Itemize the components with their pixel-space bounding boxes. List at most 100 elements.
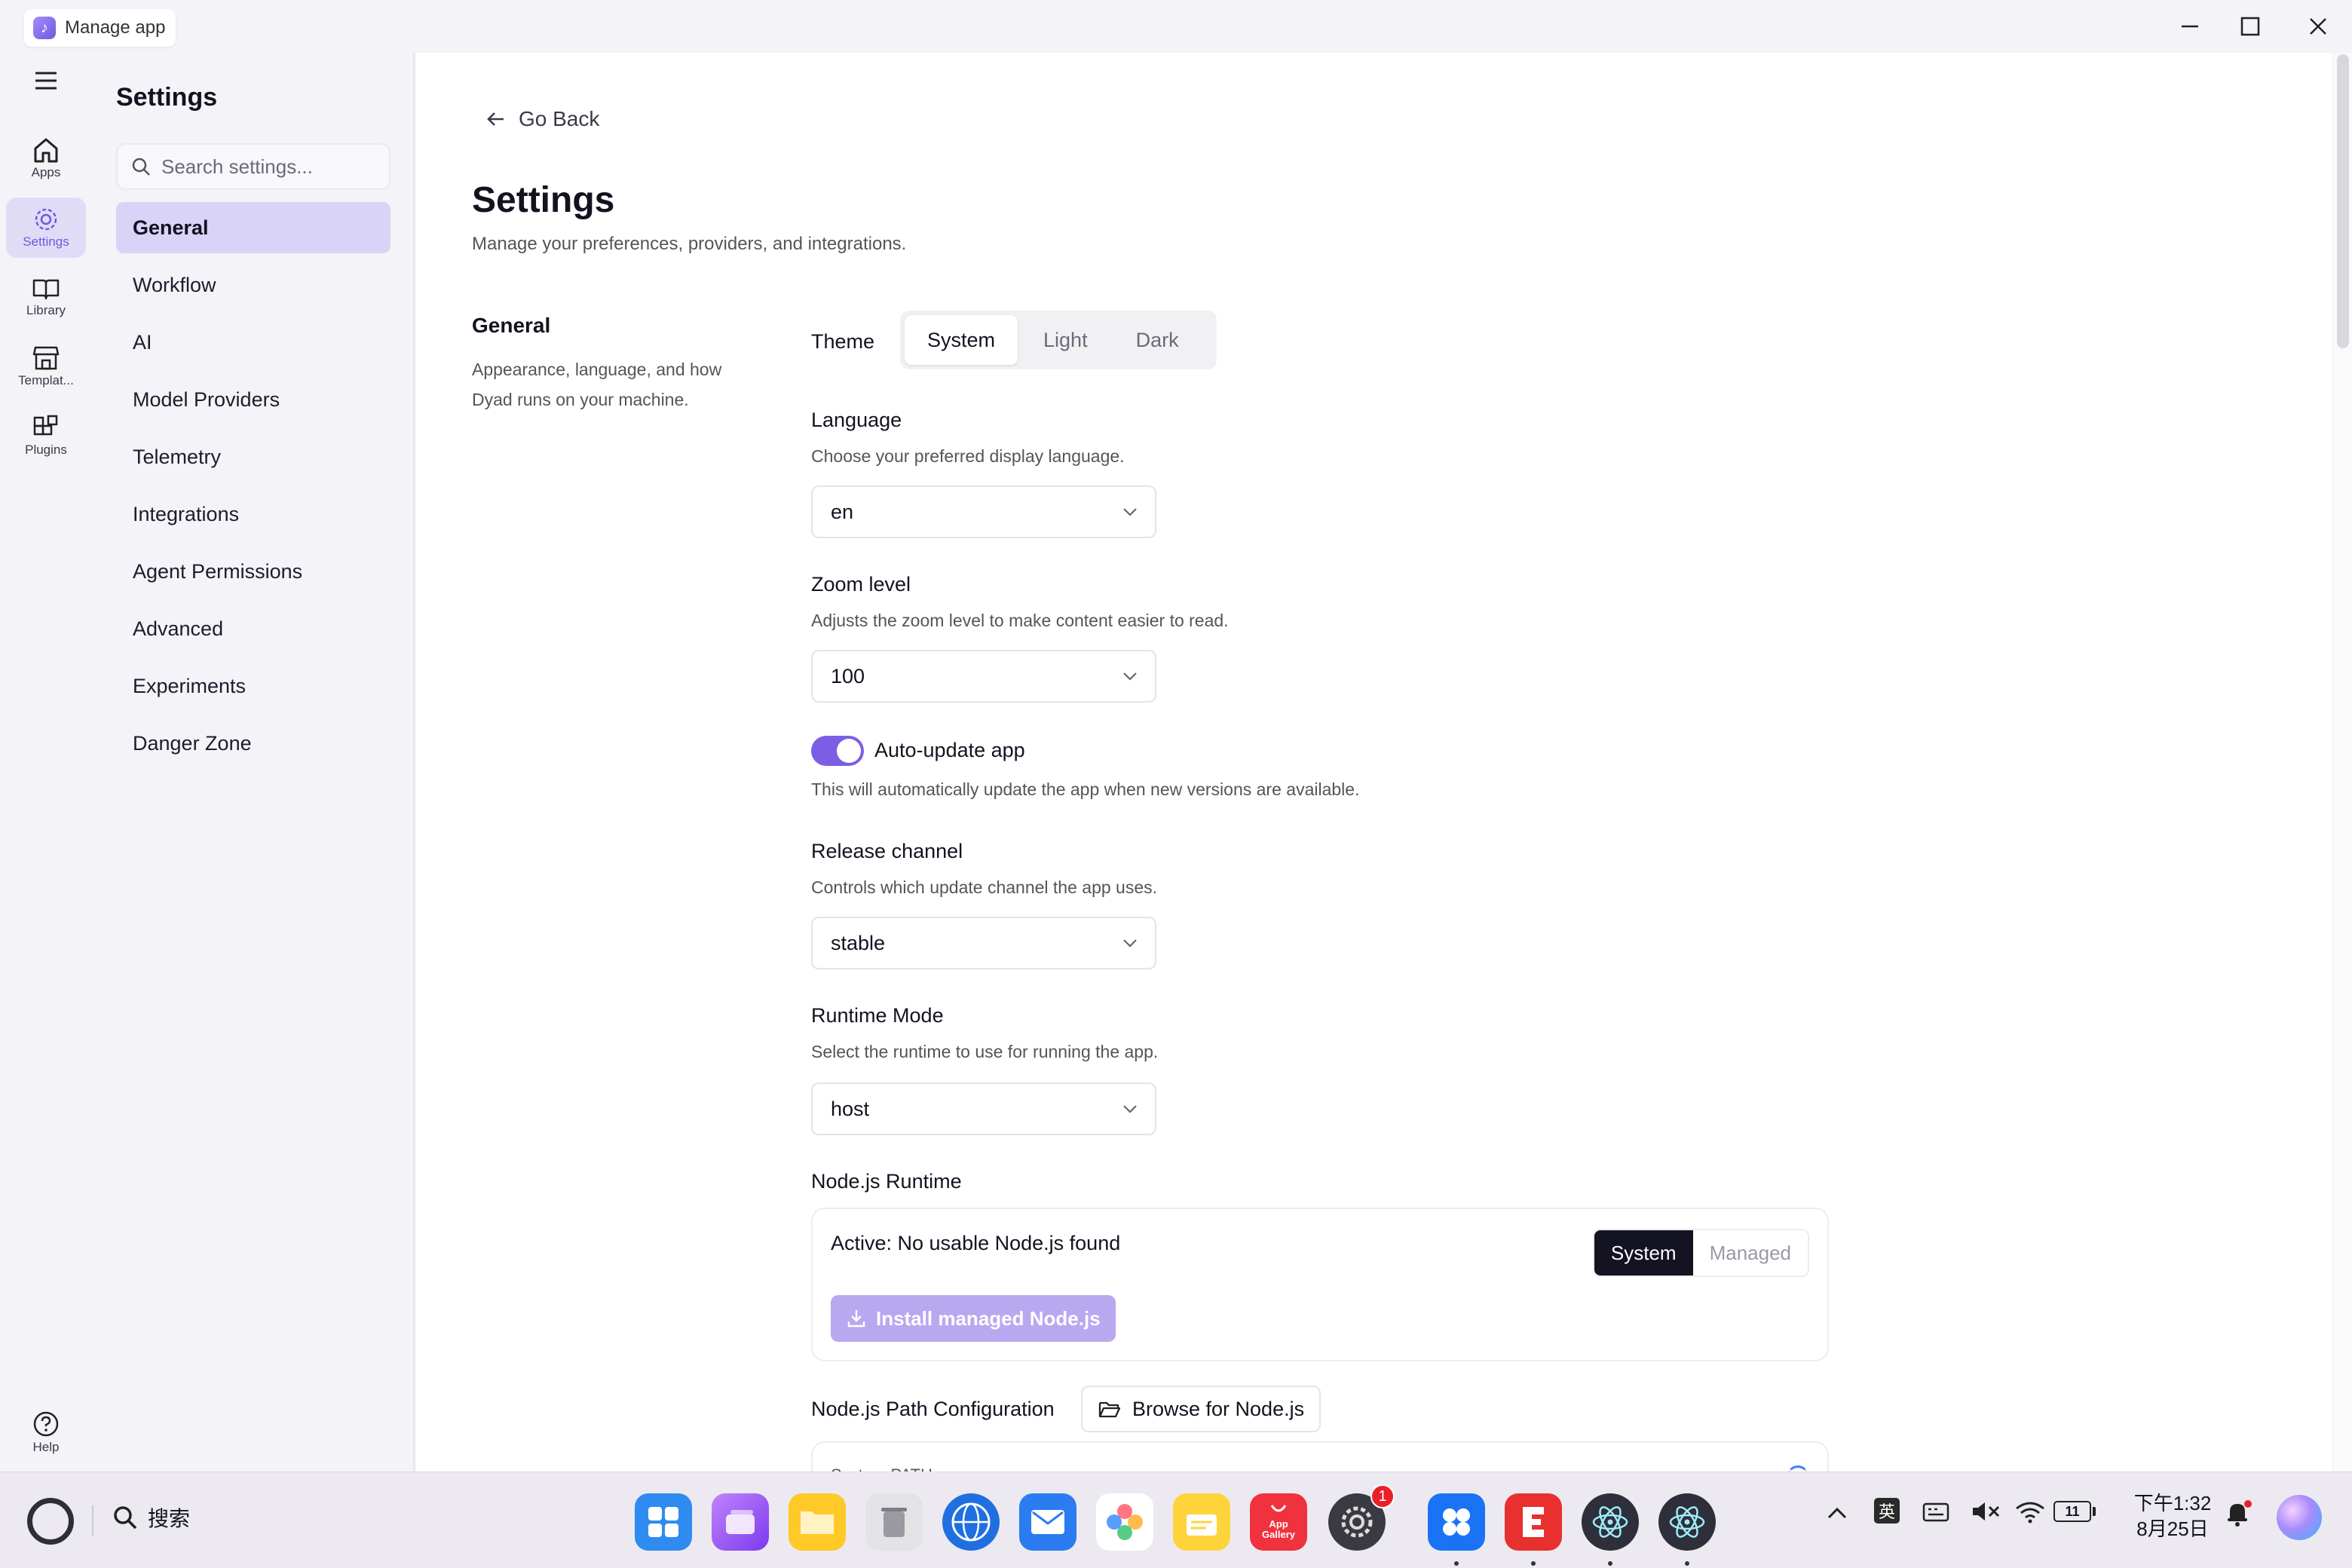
nav-item-workflow[interactable]: Workflow	[116, 259, 390, 311]
install-managed-node-button[interactable]: Install managed Node.js	[831, 1295, 1116, 1342]
runtime-mode-description: Select the runtime to use for running th…	[811, 1042, 1159, 1061]
tray-expand-button[interactable]	[1826, 1502, 1848, 1530]
close-button[interactable]	[2292, 8, 2344, 45]
nav-item-danger-zone[interactable]: Danger Zone	[116, 718, 390, 769]
nav-item-label: AI	[133, 330, 152, 354]
settings-search[interactable]	[116, 143, 390, 190]
start-button[interactable]	[27, 1498, 74, 1545]
theme-option-system[interactable]: System	[905, 315, 1018, 365]
install-managed-node-label: Install managed Node.js	[876, 1306, 1101, 1330]
editor-app-icon[interactable]	[1505, 1493, 1562, 1551]
rail-help[interactable]: Help	[6, 1402, 86, 1462]
nav-item-label: Workflow	[133, 273, 216, 296]
chevron-down-icon	[1123, 939, 1137, 948]
nav-item-label: Model Providers	[133, 387, 280, 411]
theme-option-dark[interactable]: Dark	[1113, 315, 1202, 365]
bag-icon	[1270, 1505, 1287, 1512]
theme-option-light[interactable]: Light	[1021, 315, 1110, 365]
menu-button[interactable]	[6, 62, 86, 100]
nav-item-general[interactable]: General	[116, 202, 390, 253]
icon-rail: Apps Settings Library Templat... Plugins	[0, 53, 92, 1472]
nav-item-telemetry[interactable]: Telemetry	[116, 431, 390, 482]
rail-apps-label: Apps	[31, 165, 61, 179]
app-gallery-icon[interactable]: App Gallery	[1250, 1493, 1307, 1551]
release-channel-label: Release channel	[811, 840, 963, 862]
nav-item-label: Advanced	[133, 617, 224, 640]
nav-item-ai[interactable]: AI	[116, 317, 390, 368]
multitask-app-icon[interactable]	[712, 1493, 769, 1551]
language-select[interactable]: en	[811, 485, 1156, 538]
clover-icon	[1443, 1508, 1470, 1536]
book-open-icon	[32, 279, 60, 300]
keyboard-icon-svg	[1922, 1502, 1949, 1522]
browser-app-icon[interactable]	[942, 1493, 1000, 1551]
nav-item-experiments[interactable]: Experiments	[116, 660, 390, 712]
electron-app-icon-2[interactable]	[1658, 1493, 1716, 1551]
runtime-mode-value: host	[831, 1097, 870, 1120]
nav-item-advanced[interactable]: Advanced	[116, 603, 390, 654]
electron-app-icon[interactable]	[1582, 1493, 1639, 1551]
main-content: Go Back Settings Manage your preferences…	[416, 53, 2332, 1472]
release-channel-select[interactable]: stable	[811, 917, 1156, 969]
app-chip[interactable]: ♪ Manage app	[24, 9, 176, 47]
launcher-app-icon[interactable]	[635, 1493, 692, 1551]
launcher-running-icon[interactable]	[1428, 1493, 1485, 1551]
nav-item-integrations[interactable]: Integrations	[116, 488, 390, 540]
language-label: Language	[811, 409, 902, 431]
app-gallery-label: App Gallery	[1261, 1518, 1296, 1540]
node-option-system[interactable]: System	[1594, 1230, 1693, 1276]
nav-item-label: Danger Zone	[133, 731, 252, 755]
rail-plugins[interactable]: Plugins	[6, 406, 86, 466]
app-logo-icon: ♪	[33, 17, 56, 39]
settings-search-input[interactable]	[161, 155, 372, 179]
rail-help-label: Help	[32, 1440, 60, 1454]
page-subtitle: Manage your preferences, providers, and …	[472, 234, 907, 254]
notification-button[interactable]	[2224, 1498, 2254, 1533]
zoom-description: Adjusts the zoom level to make content e…	[811, 611, 1229, 630]
rail-apps[interactable]: Apps	[6, 128, 86, 188]
browse-node-button[interactable]: Browse for Node.js	[1081, 1386, 1321, 1432]
help-icon	[33, 1411, 59, 1437]
nav-item-agent-permissions[interactable]: Agent Permissions	[116, 546, 390, 597]
scrollbar-thumb[interactable]	[2337, 54, 2349, 348]
section-title: General	[472, 314, 551, 337]
rail-templates[interactable]: Templat...	[6, 336, 86, 397]
zoom-select[interactable]: 100	[811, 650, 1156, 703]
rail-library[interactable]: Library	[6, 267, 86, 327]
minimize-button[interactable]	[2164, 8, 2216, 45]
running-indicator	[1608, 1561, 1612, 1566]
zoom-value: 100	[831, 664, 865, 688]
notes-app-icon[interactable]	[1173, 1493, 1230, 1551]
taskbar-search[interactable]: 搜索	[112, 1502, 190, 1533]
ime-indicator[interactable]: 英	[1874, 1498, 1900, 1524]
wifi-icon[interactable]	[2014, 1499, 2046, 1529]
auto-update-toggle[interactable]	[811, 736, 864, 766]
main-scrollbar[interactable]	[2334, 53, 2352, 1472]
minimize-icon	[2182, 25, 2198, 28]
trash-app-icon[interactable]	[865, 1493, 923, 1551]
globe-icon	[951, 1502, 991, 1542]
release-channel-value: stable	[831, 931, 886, 954]
rail-settings[interactable]: Settings	[6, 198, 86, 258]
keyboard-icon[interactable]	[1922, 1499, 1951, 1529]
go-back-link[interactable]: Go Back	[485, 107, 599, 131]
release-channel-description: Controls which update channel the app us…	[811, 877, 1158, 897]
nav-item-label: Integrations	[133, 502, 240, 525]
assistant-orb-icon[interactable]	[2277, 1495, 2322, 1540]
nav-item-label: Telemetry	[133, 445, 222, 468]
nav-item-model-providers[interactable]: Model Providers	[116, 374, 390, 425]
runtime-mode-select[interactable]: host	[811, 1083, 1156, 1135]
battery-indicator[interactable]: 11	[2053, 1501, 2096, 1522]
node-option-managed[interactable]: Managed	[1692, 1230, 1808, 1276]
runtime-mode-label: Runtime Mode	[811, 1004, 944, 1027]
theme-label: Theme	[811, 330, 875, 353]
volume-muted-icon[interactable]	[1971, 1499, 2001, 1529]
files-app-icon[interactable]	[789, 1493, 846, 1551]
photos-app-icon[interactable]	[1096, 1493, 1153, 1551]
mail-app-icon[interactable]	[1019, 1493, 1076, 1551]
rail-templates-label: Templat...	[18, 373, 74, 387]
clock[interactable]: 下午1:32 8月25日	[2130, 1490, 2215, 1542]
maximize-button[interactable]	[2224, 8, 2277, 45]
settings-nav-title: Settings	[116, 83, 218, 112]
browse-node-label: Browse for Node.js	[1132, 1397, 1305, 1420]
